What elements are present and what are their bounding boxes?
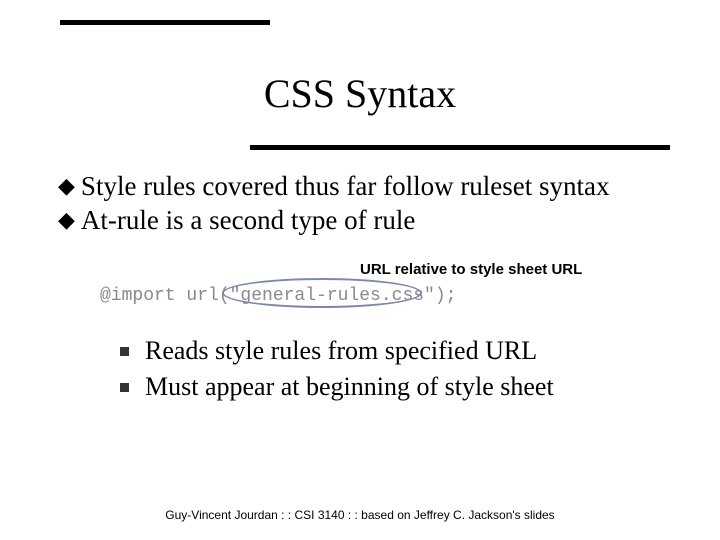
bullet-text: At-rule is a second type of rule (81, 204, 415, 236)
sub-bullet-item: Reads style rules from specified URL (120, 335, 660, 367)
sub-bullet-item: Must appear at beginning of style sheet (120, 371, 660, 403)
main-content: ◆ Style rules covered thus far follow ru… (58, 170, 668, 238)
bullet-item: ◆ Style rules covered thus far follow ru… (58, 170, 668, 202)
diamond-bullet-icon: ◆ (58, 170, 75, 202)
title-underline (250, 145, 670, 150)
bullet-item: ◆ At-rule is a second type of rule (58, 204, 668, 236)
diamond-bullet-icon: ◆ (58, 204, 75, 236)
top-accent-bar (60, 20, 270, 25)
sub-bullet-list: Reads style rules from specified URL Mus… (120, 335, 660, 407)
square-bullet-icon (120, 383, 129, 392)
circle-highlight (222, 278, 422, 308)
sub-bullet-text: Must appear at beginning of style sheet (145, 371, 554, 403)
url-annotation: URL relative to style sheet URL (360, 261, 582, 278)
square-bullet-icon (120, 347, 129, 356)
sub-bullet-text: Reads style rules from specified URL (145, 335, 537, 367)
bullet-text: Style rules covered thus far follow rule… (81, 170, 610, 202)
slide-title: CSS Syntax (0, 70, 720, 117)
footer-credit: Guy-Vincent Jourdan : : CSI 3140 : : bas… (0, 508, 720, 522)
